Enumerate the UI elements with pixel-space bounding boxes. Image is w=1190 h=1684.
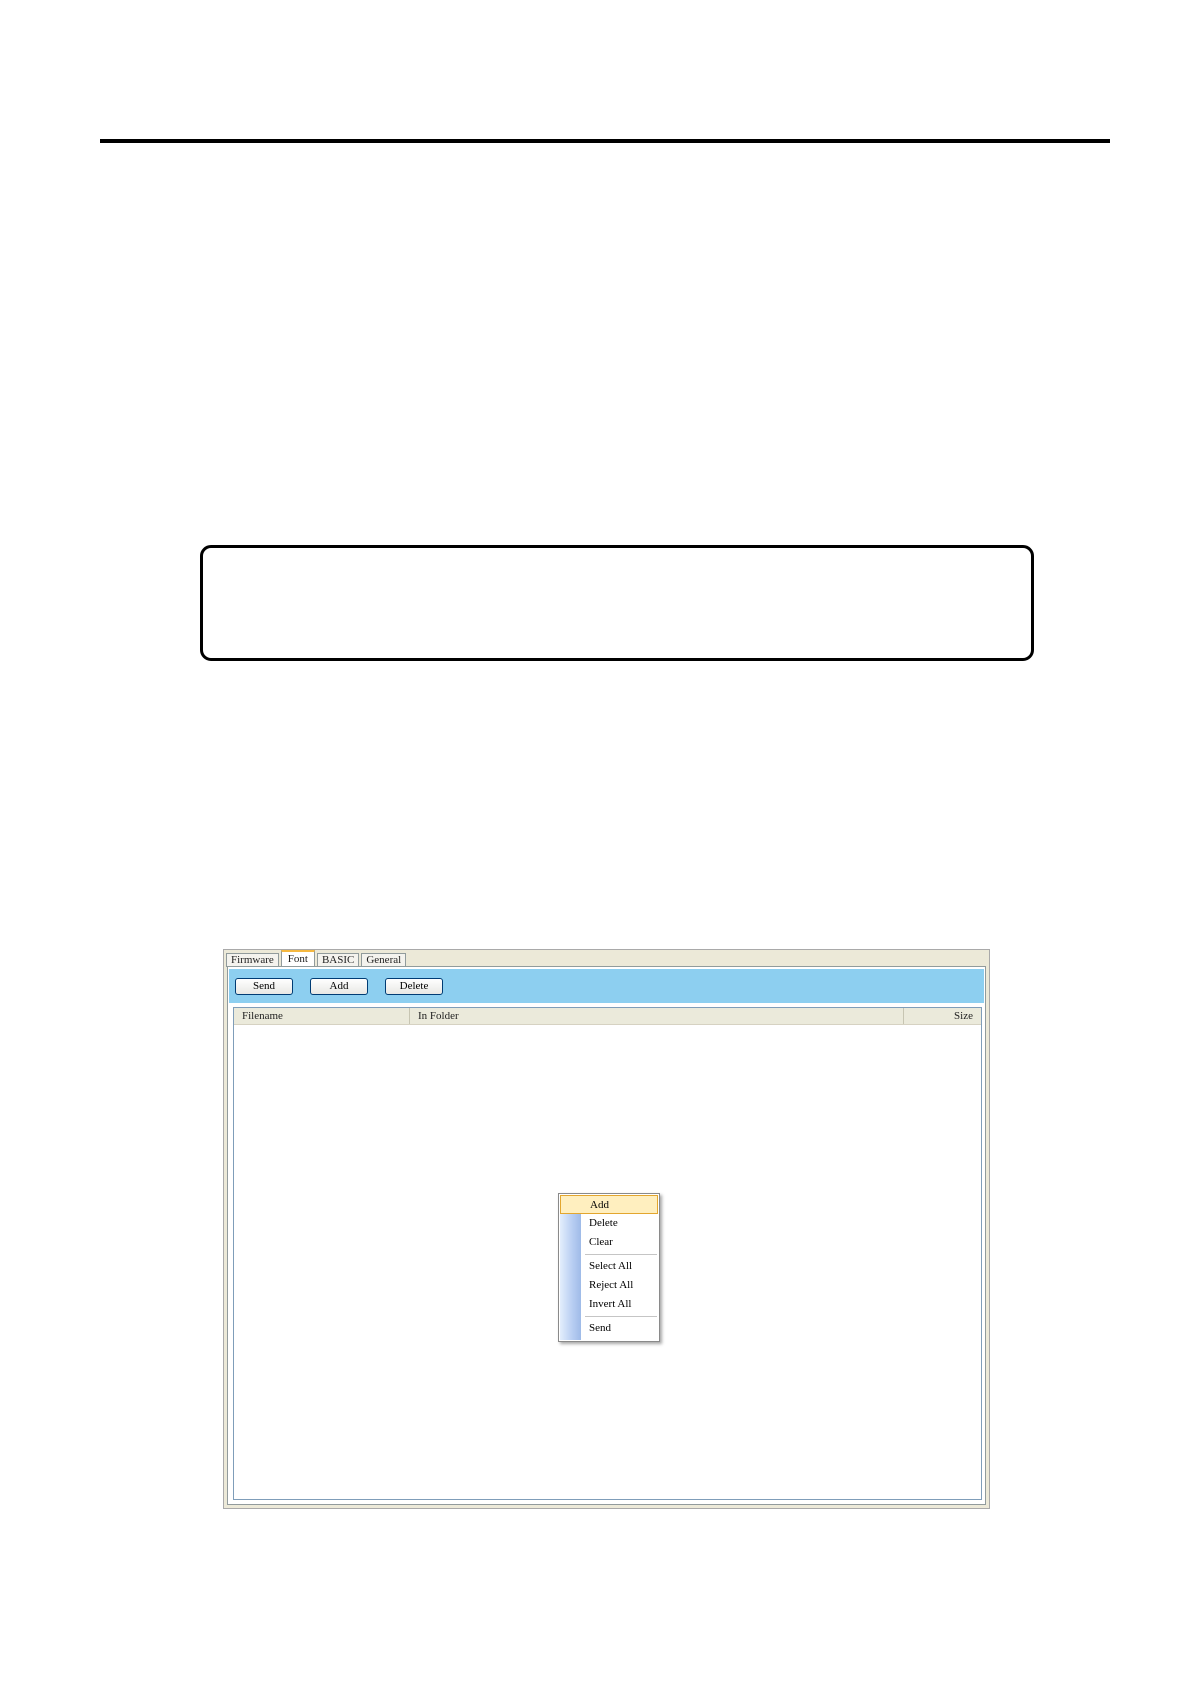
menu-item-invert-all[interactable]: Invert All (559, 1295, 659, 1314)
menu-item-select-all[interactable]: Select All (559, 1257, 659, 1276)
delete-button[interactable]: Delete (385, 978, 443, 995)
menu-item-add[interactable]: Add (560, 1195, 658, 1214)
menu-item-clear[interactable]: Clear (559, 1233, 659, 1252)
column-header-filename[interactable]: Filename (234, 1008, 410, 1024)
send-button[interactable]: Send (235, 978, 293, 995)
column-header-in-folder[interactable]: In Folder (410, 1008, 904, 1024)
note-box (200, 545, 1034, 661)
tab-font[interactable]: Font (280, 950, 315, 967)
toolbar: Send Add Delete (229, 969, 984, 1003)
menu-item-reject-all[interactable]: Reject All (559, 1276, 659, 1295)
tab-firmware[interactable]: Firmware (226, 953, 279, 967)
column-header-size[interactable]: Size (904, 1008, 981, 1024)
tab-general[interactable]: General (361, 953, 407, 967)
add-button[interactable]: Add (310, 978, 368, 995)
tab-strip: Firmware Font BASIC General (226, 950, 408, 967)
menu-item-delete[interactable]: Delete (559, 1214, 659, 1233)
list-header: Filename In Folder Size (234, 1008, 981, 1025)
header-rule (100, 139, 1110, 143)
tab-basic[interactable]: BASIC (316, 953, 360, 967)
context-menu: Add Delete Clear Select All Reject All I… (558, 1193, 660, 1342)
menu-separator (585, 1254, 657, 1255)
menu-item-send[interactable]: Send (559, 1319, 659, 1338)
menu-separator (585, 1316, 657, 1317)
